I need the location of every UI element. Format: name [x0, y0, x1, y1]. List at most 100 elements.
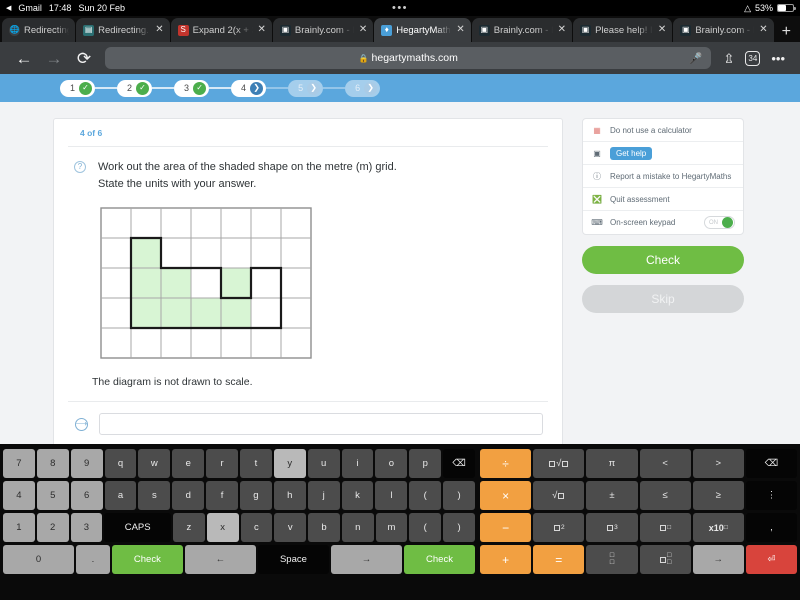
key-l[interactable]: l — [375, 481, 407, 510]
key-n[interactable]: n — [342, 513, 374, 542]
tab-close-icon[interactable]: ✕ — [258, 25, 266, 35]
onscreen-keyboard[interactable]: 789qwertyuiop⌫÷√π<>⌫456asdfghjkl()×√±≤≥⋮… — [0, 444, 800, 600]
key-sqrt[interactable]: √ — [533, 481, 584, 510]
key-x10[interactable]: x10□ — [693, 513, 744, 542]
key-z[interactable]: z — [173, 513, 205, 542]
back-button[interactable]: ← — [9, 50, 39, 67]
key-7[interactable]: 7 — [3, 449, 35, 478]
key--[interactable]: ± — [586, 481, 637, 510]
key-3[interactable]: 3 — [71, 513, 103, 542]
key-2[interactable]: 2 — [37, 513, 69, 542]
key-power[interactable]: □ — [640, 513, 691, 542]
step-3[interactable]: 3 ✓ — [174, 80, 209, 97]
key-o[interactable]: o — [375, 449, 407, 478]
key-p[interactable]: p — [409, 449, 441, 478]
sidebar-item-quit-assessment[interactable]: ❎ Quit assessment — [583, 188, 743, 211]
key--[interactable]: + — [480, 545, 531, 574]
key--[interactable]: = — [533, 545, 584, 574]
key-u[interactable]: u — [308, 449, 340, 478]
browser-tab[interactable]: ▣ Brainly.com - F ✕ — [273, 18, 373, 42]
key--[interactable]: → — [693, 545, 744, 574]
key--[interactable]: π — [586, 449, 637, 478]
sidebar-item-report-mistake[interactable]: ⓘ Report a mistake to HegartyMaths — [583, 165, 743, 188]
key--[interactable]: ÷ — [480, 449, 531, 478]
key-g[interactable]: g — [240, 481, 272, 510]
tab-close-icon[interactable]: ✕ — [456, 25, 464, 35]
tab-close-icon[interactable]: ✕ — [359, 25, 367, 35]
key--[interactable]: , — [746, 513, 797, 542]
browser-tab[interactable]: ▤ Redirecting... ✕ — [76, 18, 169, 42]
key--[interactable]: ( — [409, 513, 441, 542]
key-9[interactable]: 9 — [71, 449, 103, 478]
key-s[interactable]: s — [138, 481, 170, 510]
key-1[interactable]: 1 — [3, 513, 35, 542]
share-icon[interactable]: ⇫ — [717, 52, 740, 65]
key-f[interactable]: f — [206, 481, 238, 510]
key-a[interactable]: a — [105, 481, 137, 510]
key-q[interactable]: q — [105, 449, 137, 478]
key-v[interactable]: v — [274, 513, 306, 542]
key-nth-root[interactable]: √ — [533, 449, 584, 478]
microphone-icon[interactable]: 🎤 — [689, 52, 703, 65]
key-k[interactable]: k — [342, 481, 374, 510]
key-caps[interactable]: CAPS — [104, 513, 171, 542]
key-space[interactable]: Space — [258, 545, 329, 574]
back-to-app-arrow-icon[interactable]: ◀ — [6, 4, 11, 12]
browser-tab[interactable]: ▣ Brainly.com - F ✕ — [673, 18, 773, 42]
key-t[interactable]: t — [240, 449, 272, 478]
key--[interactable]: ⌫ — [443, 449, 475, 478]
browser-tab[interactable]: ▣ Brainly.com - F ✕ — [472, 18, 572, 42]
step-6[interactable]: 6 ❯ — [345, 80, 380, 97]
key-8[interactable]: 8 — [37, 449, 69, 478]
sidebar-item-get-help[interactable]: ▣ Get help — [583, 142, 743, 165]
key-j[interactable]: j — [308, 481, 340, 510]
step-4-current[interactable]: 4 ❯ — [231, 80, 266, 97]
key--[interactable]: × — [480, 481, 531, 510]
key-cube[interactable]: 3 — [586, 513, 637, 542]
key--[interactable]: ⌫ — [746, 449, 797, 478]
key-enter[interactable]: ⏎ — [746, 545, 797, 574]
reload-button[interactable]: ⟳ — [69, 50, 99, 67]
key-check[interactable]: Check — [112, 545, 183, 574]
forward-button[interactable]: → — [39, 50, 69, 67]
key-mixed[interactable]: □□ — [640, 545, 691, 574]
key-6[interactable]: 6 — [71, 481, 103, 510]
key-square[interactable]: 2 — [533, 513, 584, 542]
key-w[interactable]: w — [138, 449, 170, 478]
skip-button[interactable]: Skip — [582, 285, 744, 313]
more-menu-icon[interactable]: ••• — [765, 52, 791, 65]
get-help-button[interactable]: Get help — [610, 147, 652, 160]
key--[interactable]: ≤ — [640, 481, 691, 510]
browser-tab-active[interactable]: ♦ HegartyMaths ✕ — [374, 18, 470, 42]
step-2[interactable]: 2 ✓ — [117, 80, 152, 97]
key-y[interactable]: y — [274, 449, 306, 478]
key--[interactable]: ) — [443, 481, 475, 510]
tab-close-icon[interactable]: ✕ — [155, 25, 163, 35]
check-button[interactable]: Check — [582, 246, 744, 274]
key-c[interactable]: c — [241, 513, 273, 542]
tab-close-icon[interactable]: ✕ — [658, 25, 666, 35]
key--[interactable]: ⋮ — [746, 481, 797, 510]
url-input[interactable]: 🔒 hegartymaths.com 🎤 — [105, 47, 711, 69]
key--[interactable]: ≥ — [693, 481, 744, 510]
key-4[interactable]: 4 — [3, 481, 35, 510]
key-check[interactable]: Check — [404, 545, 475, 574]
step-1[interactable]: 1 ✓ — [60, 80, 95, 97]
key--[interactable]: ( — [409, 481, 441, 510]
browser-tab[interactable]: S Expand 2(x + 3 ✕ — [171, 18, 272, 42]
step-5[interactable]: 5 ❯ — [288, 80, 323, 97]
browser-tab[interactable]: ▣ Please help! It' ✕ — [573, 18, 672, 42]
tab-close-icon[interactable]: ✕ — [759, 25, 767, 35]
key-x[interactable]: x — [207, 513, 239, 542]
key--[interactable]: ) — [443, 513, 475, 542]
key-r[interactable]: r — [206, 449, 238, 478]
browser-tab-strip[interactable]: 🌐 Redirecting ▤ Redirecting... ✕ S Expan… — [0, 16, 800, 42]
key-frac[interactable]: □□ — [586, 545, 637, 574]
key-d[interactable]: d — [172, 481, 204, 510]
key--[interactable]: ← — [185, 545, 256, 574]
key-0[interactable]: 0 — [3, 545, 74, 574]
key--[interactable]: → — [331, 545, 402, 574]
question-mark-icon[interactable]: ? — [74, 161, 86, 173]
key-h[interactable]: h — [274, 481, 306, 510]
tab-close-icon[interactable]: ✕ — [558, 25, 566, 35]
